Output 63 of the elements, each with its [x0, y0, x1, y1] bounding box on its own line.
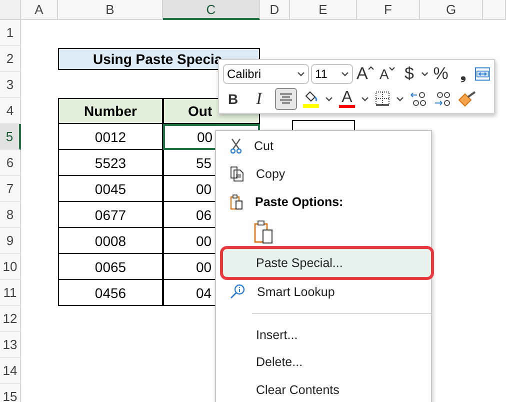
- table-cell: 0677: [58, 202, 163, 228]
- down-chevron-icon: [388, 67, 395, 72]
- column-header[interactable]: A: [21, 0, 58, 20]
- merge-center-icon[interactable]: [474, 67, 490, 82]
- scissors-icon: [230, 138, 242, 154]
- percent-button[interactable]: %: [430, 63, 451, 86]
- row-header[interactable]: 11: [0, 280, 21, 306]
- font-size-box[interactable]: 11: [310, 64, 354, 84]
- column-heading: Number: [58, 98, 163, 124]
- column-header[interactable]: D: [260, 0, 290, 20]
- row-header[interactable]: 14: [0, 358, 21, 384]
- search-icon: [230, 284, 245, 300]
- row-header[interactable]: 13: [0, 332, 21, 358]
- menu-item[interactable]: Insert...: [216, 320, 429, 348]
- center-align-button[interactable]: [275, 88, 297, 110]
- caret-icon: [341, 70, 350, 78]
- row-header[interactable]: 9: [0, 228, 21, 254]
- table-cell: 0456: [58, 280, 163, 306]
- row-header[interactable]: 4: [0, 98, 21, 124]
- caret-icon: [396, 94, 404, 103]
- menu-item[interactable]: Delete...: [216, 348, 429, 376]
- table-cell: 0065: [58, 254, 163, 280]
- table-cell: 0008: [58, 228, 163, 254]
- column-header[interactable]: G: [420, 0, 483, 20]
- column-header[interactable]: B: [58, 0, 163, 20]
- menu-item[interactable]: Clear Contents: [216, 376, 429, 402]
- row-header[interactable]: 6: [0, 150, 21, 176]
- clipboard-icon: [230, 194, 243, 210]
- fill-color-icon[interactable]: [303, 90, 319, 108]
- row-header[interactable]: 1: [0, 20, 21, 46]
- grow-font-button[interactable]: A: [355, 63, 376, 86]
- table-cell: 0012: [58, 124, 163, 150]
- row-header[interactable]: 12: [0, 306, 21, 332]
- comma-style-button[interactable]: ❟: [452, 63, 473, 86]
- currency-button[interactable]: $: [399, 63, 420, 86]
- decrease-decimal-icon[interactable]: [434, 90, 452, 107]
- caret-icon: [421, 70, 429, 78]
- row-header[interactable]: 10: [0, 254, 21, 280]
- row-header[interactable]: 15: [0, 384, 21, 402]
- paste-icon[interactable]: [254, 220, 274, 244]
- row-header[interactable]: 8: [0, 202, 21, 228]
- row-header[interactable]: 7: [0, 176, 21, 202]
- column-header[interactable]: F: [357, 0, 420, 20]
- increase-decimal-icon[interactable]: [410, 90, 428, 107]
- paintbrush-icon[interactable]: [458, 90, 476, 107]
- row-header[interactable]: 5: [0, 124, 21, 150]
- font-color-button[interactable]: A: [339, 90, 355, 108]
- up-chevron-icon: [368, 66, 374, 70]
- column-header[interactable]: E: [290, 0, 357, 20]
- font-name-box[interactable]: Calibri: [223, 64, 309, 84]
- column-header[interactable]: C: [163, 0, 260, 20]
- table-cell: 0045: [58, 176, 163, 202]
- caret-icon: [296, 70, 305, 78]
- menu-item[interactable]: Paste Special...: [223, 249, 431, 277]
- caret-icon: [361, 94, 369, 103]
- copy-icon: [230, 166, 244, 182]
- row-header[interactable]: 3: [0, 72, 21, 98]
- borders-icon[interactable]: [375, 91, 390, 106]
- shrink-font-button[interactable]: A: [377, 63, 398, 86]
- caret-icon: [325, 94, 333, 103]
- align-center-icon: [279, 92, 293, 105]
- row-header[interactable]: 2: [0, 46, 21, 72]
- table-cell: 5523: [58, 150, 163, 176]
